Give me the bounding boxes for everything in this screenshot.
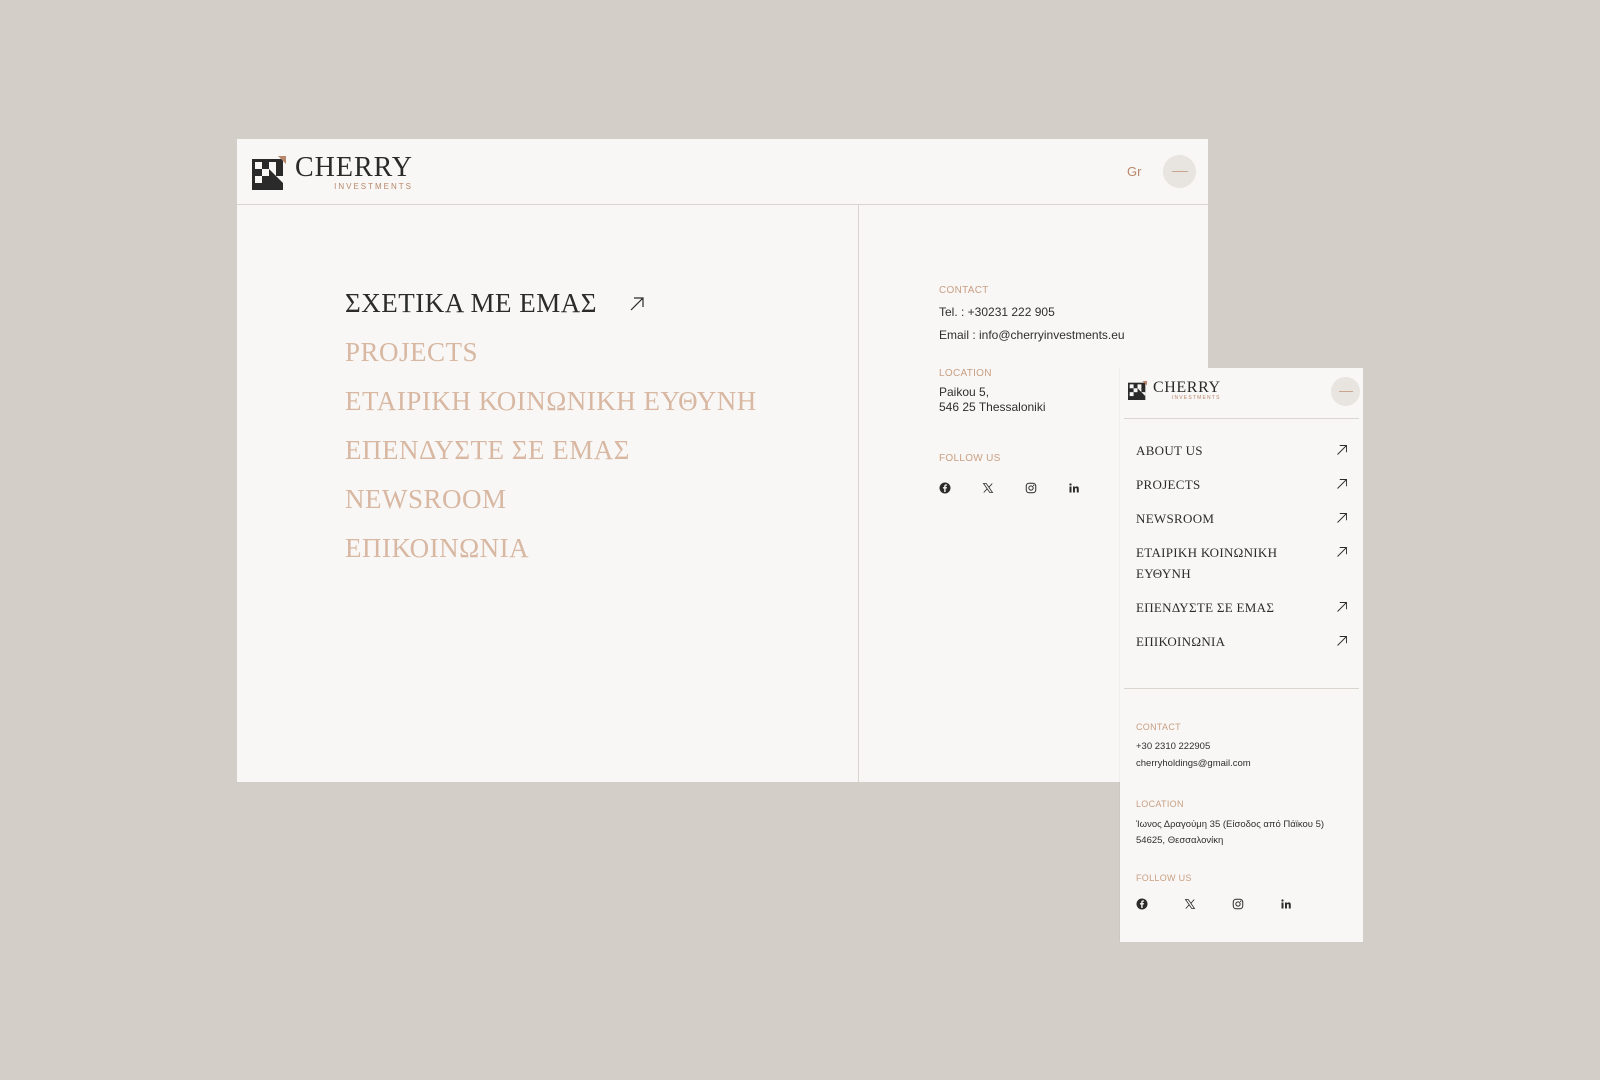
mobile-nav-item-newsroom[interactable]: NEWSROOM — [1136, 502, 1348, 536]
mobile-nav: ABOUT US PROJECTS NEWSROOM ΕΤΑΙΡΙΚΗ ΚΟΙΝ… — [1136, 434, 1348, 659]
nav-item-csr[interactable]: ΕΤΑΙΡΙΚΗ ΚΟΙΝΩΝΙΚΗ ΕΥΘΥΝΗ — [345, 377, 757, 426]
arrow-up-right-icon — [1336, 444, 1348, 456]
social-links — [939, 482, 1080, 494]
location-section: LOCATION Paikou 5, 546 25 Thessaloniki — [939, 368, 1046, 415]
arrow-up-right-icon — [1336, 478, 1348, 490]
linkedin-icon[interactable] — [1280, 898, 1292, 910]
location-label: LOCATION — [1136, 799, 1184, 809]
nav-item-projects[interactable]: PROJECTS — [345, 328, 757, 377]
nav-item-invest[interactable]: ΕΠΕΝΔΥΣΤΕ ΣΕ ΕΜΑΣ — [345, 426, 757, 475]
close-menu-button[interactable] — [1163, 155, 1196, 188]
follow-label: FOLLOW US — [939, 453, 1001, 464]
mobile-header: CHERRY INVESTMENTS — [1124, 368, 1360, 419]
contact-label: CONTACT — [1136, 722, 1181, 732]
mobile-follow-section: FOLLOW US — [1136, 873, 1292, 910]
arrow-up-right-icon — [1336, 512, 1348, 524]
brand-name: CHERRY — [1153, 379, 1221, 396]
arrow-up-right-icon — [1336, 546, 1348, 558]
desktop-header: CHERRY INVESTMENTS Gr — [237, 139, 1208, 205]
linkedin-icon[interactable] — [1068, 482, 1080, 494]
mobile-location-section: LOCATION Ίωνος Δραγούμη 35 (Είσοδος από … — [1136, 799, 1351, 849]
follow-section: FOLLOW US — [939, 453, 1080, 494]
address: Ίωνος Δραγούμη 35 (Είσοδος από Πάϊκου 5)… — [1136, 819, 1325, 846]
contact-phone[interactable]: +30 2310 222905 — [1136, 741, 1251, 752]
contact-phone[interactable]: Tel. : +30231 222 905 — [939, 305, 1125, 319]
language-switch[interactable]: Gr — [1127, 164, 1141, 179]
brand-name: CHERRY — [295, 152, 414, 183]
facebook-icon[interactable] — [939, 482, 951, 494]
desktop-nav: ΣΧΕΤΙΚΑ ΜΕ ΕΜΑΣ PROJECTS ΕΤΑΙΡΙΚΗ ΚΟΙΝΩΝ… — [345, 279, 757, 573]
arrow-up-right-icon — [1336, 601, 1348, 613]
social-links — [1136, 898, 1292, 910]
mobile-nav-item-csr[interactable]: ΕΤΑΙΡΙΚΗ ΚΟΙΝΩΝΙΚΗ ΕΥΘΥΝΗ — [1136, 536, 1348, 591]
contact-label: CONTACT — [939, 285, 989, 296]
mobile-close-menu-button[interactable] — [1331, 377, 1360, 406]
contact-email[interactable]: Email : info@cherryinvestments.eu — [939, 328, 1125, 342]
cherry-logo-icon — [252, 156, 286, 190]
nav-item-contact[interactable]: ΕΠΙΚΟΙΝΩΝΙΑ — [345, 524, 757, 573]
mobile-nav-item-projects[interactable]: PROJECTS — [1136, 468, 1348, 502]
brand-tagline: INVESTMENTS — [1171, 395, 1221, 401]
mobile-brand-logo[interactable]: CHERRY INVESTMENTS — [1128, 380, 1221, 401]
instagram-icon[interactable] — [1025, 482, 1037, 494]
contact-section: CONTACT Tel. : +30231 222 905 Email : in… — [939, 285, 1125, 342]
nav-item-about[interactable]: ΣΧΕΤΙΚΑ ΜΕ ΕΜΑΣ — [345, 279, 757, 328]
brand-logo[interactable]: CHERRY INVESTMENTS — [252, 154, 413, 191]
mobile-nav-item-invest[interactable]: ΕΠΕΝΔΥΣΤΕ ΣΕ ΕΜΑΣ — [1136, 591, 1348, 625]
x-icon[interactable] — [1184, 898, 1196, 910]
location-label: LOCATION — [939, 368, 992, 379]
address: Paikou 5, 546 25 Thessaloniki — [939, 385, 1046, 414]
brand-tagline: INVESTMENTS — [334, 182, 414, 191]
mobile-menu-panel: CHERRY INVESTMENTS ABOUT US PROJECTS NEW… — [1120, 368, 1363, 942]
arrow-up-right-icon — [629, 296, 645, 312]
instagram-icon[interactable] — [1232, 898, 1244, 910]
facebook-icon[interactable] — [1136, 898, 1148, 910]
arrow-up-right-icon — [1336, 635, 1348, 647]
x-icon[interactable] — [982, 482, 994, 494]
mobile-nav-item-contact[interactable]: ΕΠΙΚΟΙΝΩΝΙΑ — [1136, 625, 1348, 659]
nav-item-newsroom[interactable]: NEWSROOM — [345, 475, 757, 524]
column-divider — [858, 205, 859, 782]
desktop-menu-panel: CHERRY INVESTMENTS Gr ΣΧΕΤΙΚΑ ΜΕ ΕΜΑΣ PR… — [237, 139, 1208, 782]
contact-email[interactable]: cherryholdings@gmail.com — [1136, 758, 1251, 769]
mobile-divider — [1124, 688, 1359, 689]
close-menu-icon — [1171, 171, 1188, 172]
mobile-nav-item-about[interactable]: ABOUT US — [1136, 434, 1348, 468]
cherry-logo-icon — [1128, 381, 1147, 400]
mobile-contact-section: CONTACT +30 2310 222905 cherryholdings@g… — [1136, 722, 1251, 769]
close-menu-icon — [1338, 391, 1353, 392]
follow-label: FOLLOW US — [1136, 873, 1192, 883]
